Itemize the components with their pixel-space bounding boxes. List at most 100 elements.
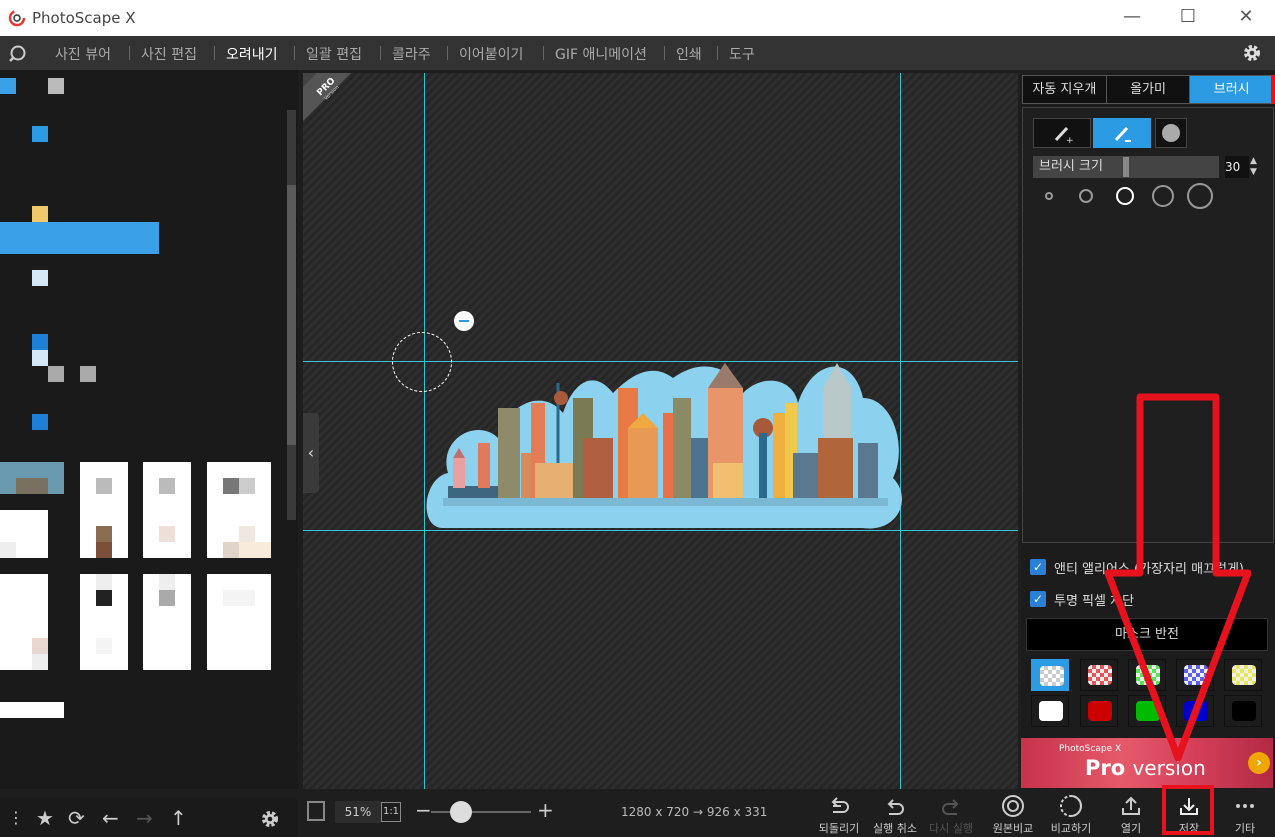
compare-button[interactable]: 비교하기 <box>1043 791 1099 837</box>
title-bar: PhotoScape X — ☐ ✕ <box>0 0 1275 36</box>
left-scrollbar[interactable] <box>287 110 296 520</box>
open-button[interactable]: 열기 <box>1103 791 1159 837</box>
swatch-red-checker[interactable] <box>1080 659 1118 691</box>
swatch-yellow-checker[interactable] <box>1224 659 1262 691</box>
brush-erase-button[interactable] <box>1093 118 1151 148</box>
swatch-green-checker[interactable] <box>1128 659 1166 691</box>
menu-print[interactable]: 인쇄 <box>676 44 702 64</box>
favorite-star-icon[interactable]: ★ <box>36 807 54 829</box>
brush-size-spinner[interactable]: ▲ ▼ <box>1250 156 1257 178</box>
compare-original-button[interactable]: 원본비교 <box>985 791 1041 837</box>
brush-size-value[interactable]: 30 <box>1225 156 1249 178</box>
compare-original-label: 원본비교 <box>992 822 1034 835</box>
swatch-transparent[interactable] <box>1031 659 1069 691</box>
pro-version-banner[interactable]: PhotoScape X Pro version › <box>1021 738 1273 788</box>
block-transparent-checkbox[interactable]: ✓ <box>1030 591 1046 607</box>
spin-down-icon[interactable]: ▼ <box>1250 167 1257 178</box>
redo-button[interactable]: 다시 실행 <box>923 791 979 837</box>
brush-size-preset[interactable] <box>1079 189 1093 203</box>
banner-version: version <box>1132 756 1206 780</box>
refresh-icon[interactable]: ⟳ <box>68 807 85 829</box>
banner-arrow-icon[interactable]: › <box>1248 752 1270 774</box>
collapse-left-panel-button[interactable]: ‹ <box>303 413 319 493</box>
brush-minus-indicator-icon <box>454 311 474 331</box>
zoom-level[interactable]: 51% <box>335 801 381 823</box>
more-button[interactable]: 기타 <box>1217 791 1273 837</box>
compare-icon <box>1060 795 1082 817</box>
undo-button[interactable]: 실행 취소 <box>867 791 923 837</box>
invert-mask-button[interactable]: 마스크 반전 <box>1026 618 1268 651</box>
fit-view-icon[interactable] <box>307 801 325 821</box>
tab-brush[interactable]: 브러시 <box>1190 76 1274 103</box>
compare-original-icon <box>1002 795 1024 817</box>
brush-size-preset[interactable] <box>1045 192 1053 200</box>
revert-label: 되돌리기 <box>818 822 860 835</box>
file-browser-panel <box>0 70 298 789</box>
menu-photo-viewer[interactable]: 사진 뷰어 <box>55 44 111 64</box>
selected-folder-row[interactable] <box>0 222 159 254</box>
brush-options: + 브러시 크기 30 ▲ ▼ <box>1022 107 1274 543</box>
revert-button[interactable]: 되돌리기 <box>811 791 867 837</box>
browser-toolbar: ⋮ ★ ⟳ ← → ↑ <box>0 799 298 837</box>
spin-up-icon[interactable]: ▲ <box>1250 156 1257 167</box>
back-arrow-icon[interactable]: ← <box>102 807 119 829</box>
more-dots-icon <box>1236 804 1254 808</box>
zoom-in-button[interactable]: + <box>537 799 554 821</box>
canvas-area[interactable]: PRO Version <box>303 73 1018 789</box>
scrollbar-thumb[interactable] <box>287 185 296 445</box>
menu-photo-editor[interactable]: 사진 편집 <box>141 44 197 64</box>
home-icon[interactable] <box>9 44 27 62</box>
open-upload-icon <box>1122 796 1140 815</box>
menu-tools[interactable]: 도구 <box>729 44 755 64</box>
zoom-slider[interactable] <box>431 811 531 813</box>
redo-icon <box>942 799 959 815</box>
zoom-slider-handle[interactable] <box>450 801 472 823</box>
browser-settings-gear-icon[interactable] <box>260 809 280 829</box>
brush-size-handle[interactable] <box>1123 157 1129 177</box>
brush-shape-button[interactable] <box>1155 118 1187 148</box>
thumbnail[interactable] <box>207 574 271 670</box>
brush-size-preset[interactable] <box>1152 185 1174 207</box>
undo-label: 실행 취소 <box>873 822 917 835</box>
panel-edge-indicator <box>1271 75 1275 104</box>
menu-cutout[interactable]: 오려내기 <box>226 44 278 64</box>
brush-size-preset[interactable] <box>1116 187 1134 205</box>
close-button[interactable]: ✕ <box>1234 6 1258 28</box>
brush-size-slider[interactable]: 브러시 크기 <box>1033 156 1219 178</box>
redo-label: 다시 실행 <box>929 822 973 835</box>
thumbnail[interactable] <box>143 462 191 558</box>
swatch-fill <box>1088 665 1112 685</box>
brush-size-preset[interactable] <box>1187 183 1213 209</box>
tab-auto-eraser[interactable]: 자동 지우개 <box>1023 76 1107 103</box>
open-label: 열기 <box>1120 822 1142 835</box>
minimize-button[interactable]: — <box>1120 6 1144 28</box>
more-label: 기타 <box>1234 822 1256 835</box>
actual-size-button[interactable]: 1:1 <box>381 802 401 822</box>
block-transparent-label: 투명 픽셀 차단 <box>1054 594 1135 609</box>
brush-add-button[interactable]: + <box>1033 118 1091 148</box>
banner-brand: PhotoScape X <box>1059 744 1122 754</box>
swatch-white[interactable] <box>1031 695 1069 727</box>
tab-lasso[interactable]: 올가미 <box>1106 76 1191 103</box>
banner-pro: Pro <box>1085 756 1126 780</box>
menu-collage[interactable]: 콜라주 <box>392 44 431 64</box>
menu-batch[interactable]: 일괄 편집 <box>306 44 362 64</box>
swatch-blue-checker[interactable] <box>1176 659 1214 691</box>
swatch-black[interactable] <box>1224 695 1262 727</box>
settings-gear-icon[interactable] <box>1242 43 1262 63</box>
swatch-blue[interactable] <box>1176 695 1214 727</box>
brush-size-label: 브러시 크기 <box>1039 159 1103 174</box>
brush-cursor <box>392 332 452 392</box>
undo-icon <box>887 799 904 815</box>
swatch-green[interactable] <box>1128 695 1166 727</box>
swatch-red[interactable] <box>1080 695 1118 727</box>
forward-arrow-icon[interactable]: → <box>136 807 153 829</box>
up-arrow-icon[interactable]: ↑ <box>170 807 187 829</box>
cutout-image[interactable] <box>423 358 903 533</box>
menu-gif[interactable]: GIF 애니메이션 <box>555 44 647 64</box>
zoom-out-button[interactable]: − <box>415 799 432 821</box>
menu-combine[interactable]: 이어붙이기 <box>459 44 523 64</box>
compare-label: 비교하기 <box>1050 822 1092 835</box>
antialias-checkbox[interactable]: ✓ <box>1030 559 1046 575</box>
maximize-button[interactable]: ☐ <box>1176 6 1200 28</box>
